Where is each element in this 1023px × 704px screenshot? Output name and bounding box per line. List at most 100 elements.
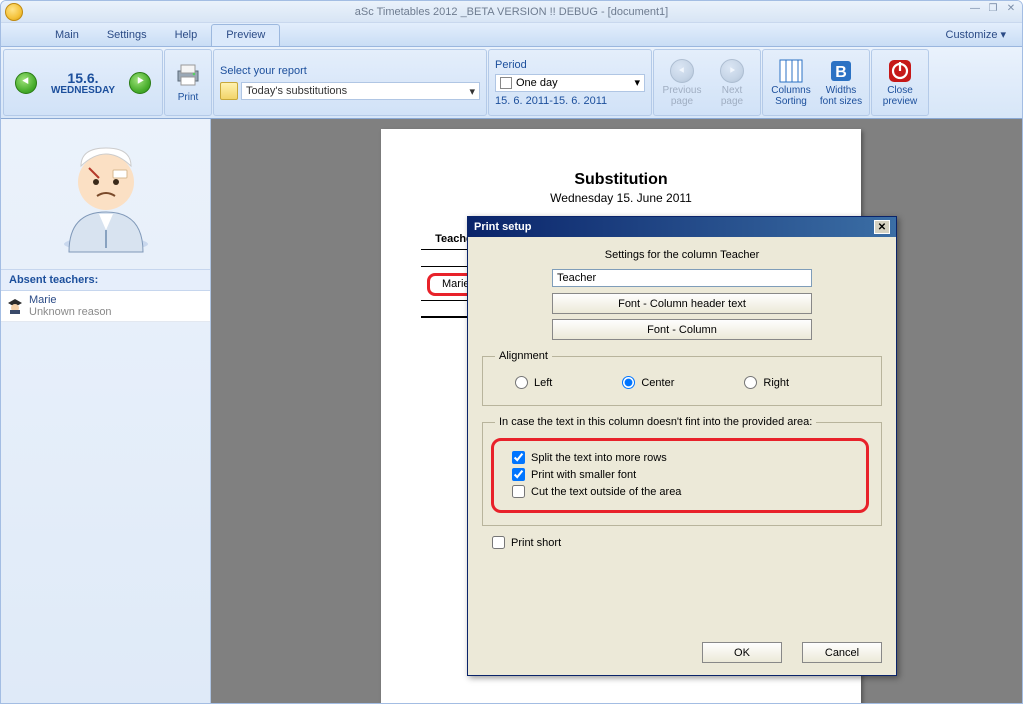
- columns-sorting-label: Columns Sorting: [769, 85, 813, 107]
- report-value: Today's substitutions: [246, 85, 347, 97]
- paper-date: Wednesday 15. June 2011: [419, 191, 823, 205]
- smaller-font-checkbox[interactable]: [512, 468, 525, 481]
- chevron-down-icon: ▾: [469, 85, 475, 98]
- titlebar: aSc Timetables 2012 _BETA VERSION !! DEB…: [1, 1, 1022, 23]
- align-center-label: Center: [641, 377, 674, 389]
- next-page-label: Next page: [710, 85, 754, 107]
- report-label: Select your report: [220, 65, 307, 77]
- font-column-button[interactable]: Font - Column: [552, 319, 812, 340]
- period-range: 15. 6. 2011-15. 6. 2011: [495, 95, 607, 107]
- next-page-button[interactable]: ⯈ Next page: [708, 52, 756, 113]
- columns-sorting-button[interactable]: Columns Sorting: [767, 52, 815, 113]
- period-select[interactable]: One day ▾: [495, 74, 645, 92]
- tab-settings[interactable]: Settings: [93, 23, 161, 46]
- svg-text:B: B: [835, 64, 847, 81]
- close-button[interactable]: ✕: [1004, 4, 1018, 16]
- align-center-option[interactable]: Center: [612, 376, 674, 389]
- close-group: Close preview: [871, 49, 929, 116]
- arrow-right-icon: ⯈: [136, 76, 145, 89]
- split-rows-option[interactable]: Split the text into more rows: [502, 451, 858, 464]
- power-icon: [887, 58, 913, 84]
- date-weekday: WEDNESDAY: [51, 86, 115, 96]
- tab-bar: Main Settings Help Preview Customize ▾: [1, 23, 1022, 47]
- split-rows-checkbox[interactable]: [512, 451, 525, 464]
- current-date: 15.6. WEDNESDAY: [51, 70, 115, 96]
- align-left-label: Left: [534, 377, 552, 389]
- app-icon: [5, 3, 23, 21]
- align-right-label: Right: [763, 377, 789, 389]
- customize-label: Customize: [946, 29, 998, 41]
- teacher-icon: [7, 298, 23, 314]
- dialog-close-button[interactable]: ✕: [874, 220, 890, 234]
- report-group: Select your report Today's substitutions…: [213, 49, 487, 116]
- customize-dropdown[interactable]: Customize ▾: [942, 23, 1011, 46]
- print-setup-dialog: Print setup ✕ Settings for the column Te…: [467, 216, 897, 676]
- dialog-titlebar[interactable]: Print setup ✕: [468, 217, 896, 237]
- period-group: Period One day ▾ 15. 6. 2011-15. 6. 2011: [488, 49, 652, 116]
- close-preview-label: Close preview: [878, 85, 922, 107]
- date-nav-group: ⯇ 15.6. WEDNESDAY ⯈: [3, 49, 163, 116]
- align-left-option[interactable]: Left: [505, 376, 552, 389]
- next-day-button[interactable]: ⯈: [129, 72, 151, 94]
- tab-main[interactable]: Main: [41, 23, 93, 46]
- absent-teachers-label: Absent teachers:: [1, 269, 210, 291]
- cancel-button[interactable]: Cancel: [802, 642, 882, 663]
- paper-title: Substitution: [419, 171, 823, 189]
- cut-text-checkbox[interactable]: [512, 485, 525, 498]
- minimize-button[interactable]: —: [968, 4, 982, 16]
- teacher-item[interactable]: Marie Unknown reason: [1, 291, 210, 322]
- arrow-right-icon: ⯈: [720, 59, 744, 83]
- period-value: One day: [516, 77, 558, 89]
- prev-page-label: Previous page: [660, 85, 704, 107]
- font-header-button[interactable]: Font - Column header text: [552, 293, 812, 314]
- sidebar: Absent teachers: Marie Unknown reason: [1, 119, 211, 703]
- smaller-font-option[interactable]: Print with smaller font: [502, 468, 858, 481]
- prev-page-button[interactable]: ⯇ Previous page: [658, 52, 706, 113]
- cut-text-label: Cut the text outside of the area: [531, 486, 681, 498]
- chevron-down-icon: ▾: [634, 76, 640, 89]
- overflow-legend: In case the text in this column doesn't …: [495, 416, 816, 428]
- print-label: Print: [178, 92, 199, 103]
- settings-header: Settings for the column Teacher: [482, 249, 882, 261]
- align-center-radio[interactable]: [622, 376, 635, 389]
- teacher-name: Marie: [29, 294, 112, 306]
- printer-icon: [172, 63, 204, 87]
- page-nav-group: ⯇ Previous page ⯈ Next page: [653, 49, 761, 116]
- period-label: Period: [495, 59, 527, 71]
- columns-group: Columns Sorting B Widths font sizes: [762, 49, 870, 116]
- close-preview-button[interactable]: Close preview: [876, 52, 924, 113]
- align-left-radio[interactable]: [515, 376, 528, 389]
- cut-text-option[interactable]: Cut the text outside of the area: [502, 485, 858, 498]
- arrow-left-icon: ⯇: [22, 76, 31, 89]
- calendar-icon: [500, 77, 512, 89]
- columns-icon: [778, 58, 804, 84]
- tab-help[interactable]: Help: [161, 23, 212, 46]
- print-group[interactable]: Print: [164, 49, 212, 116]
- report-select[interactable]: Today's substitutions ▾: [241, 82, 480, 100]
- dialog-title: Print setup: [474, 221, 531, 233]
- overflow-highlight: Split the text into more rows Print with…: [491, 438, 869, 513]
- window-title: aSc Timetables 2012 _BETA VERSION !! DEB…: [355, 6, 668, 18]
- ribbon: ⯇ 15.6. WEDNESDAY ⯈ Print Select your re…: [1, 47, 1022, 119]
- dialog-footer: OK Cancel: [702, 642, 882, 663]
- alignment-fieldset: Alignment Left Center Right: [482, 350, 882, 406]
- font-size-icon: B: [828, 58, 854, 84]
- print-short-option[interactable]: Print short: [482, 536, 882, 549]
- print-short-checkbox[interactable]: [492, 536, 505, 549]
- prev-day-button[interactable]: ⯇: [15, 72, 37, 94]
- align-right-radio[interactable]: [744, 376, 757, 389]
- restore-button[interactable]: ❐: [986, 4, 1000, 16]
- column-name-input[interactable]: [552, 269, 812, 287]
- teacher-reason: Unknown reason: [29, 306, 112, 318]
- overflow-fieldset: In case the text in this column doesn't …: [482, 416, 882, 526]
- align-right-option[interactable]: Right: [734, 376, 789, 389]
- arrow-left-icon: ⯇: [670, 59, 694, 83]
- widths-fonts-label: Widths font sizes: [819, 85, 863, 107]
- tab-preview[interactable]: Preview: [211, 24, 280, 46]
- teacher-info: Marie Unknown reason: [29, 294, 112, 318]
- smaller-font-label: Print with smaller font: [531, 469, 636, 481]
- widths-fonts-button[interactable]: B Widths font sizes: [817, 52, 865, 113]
- print-short-label: Print short: [511, 537, 561, 549]
- alignment-legend: Alignment: [495, 350, 552, 362]
- ok-button[interactable]: OK: [702, 642, 782, 663]
